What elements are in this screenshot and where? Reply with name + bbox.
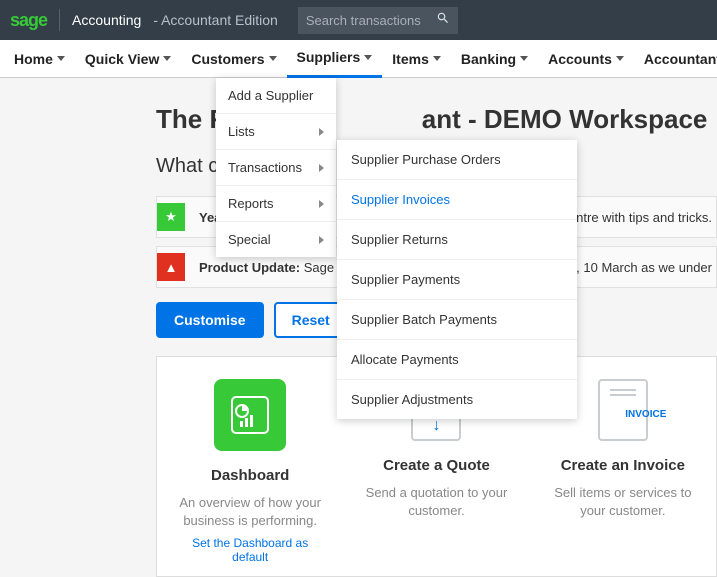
chevron-down-icon <box>163 56 171 61</box>
card-desc: An overview of how your business is perf… <box>177 494 323 530</box>
arrow-down-icon: ↓ <box>432 417 440 435</box>
search-icon[interactable] <box>436 11 450 30</box>
menu-banking[interactable]: Banking <box>451 40 538 78</box>
chevron-down-icon <box>269 56 277 61</box>
dropdown-transactions[interactable]: Transactions <box>216 150 336 186</box>
invoice-icon: INVOICE <box>598 379 648 441</box>
card-desc: Send a quotation to your customer. <box>363 484 509 520</box>
card-link[interactable]: Set the Dashboard as default <box>177 536 323 564</box>
product-edition: - Accountant Edition <box>153 12 278 28</box>
submenu-allocate-payments[interactable]: Allocate Payments <box>337 340 577 380</box>
chevron-down-icon <box>364 55 372 60</box>
divider <box>59 9 60 31</box>
chevron-down-icon <box>616 56 624 61</box>
menu-quickview[interactable]: Quick View <box>75 40 181 78</box>
menu-accounts[interactable]: Accounts <box>538 40 634 78</box>
card-dashboard[interactable]: Dashboard An overview of how your busine… <box>177 379 323 564</box>
warning-icon: ▲ <box>157 253 185 281</box>
logo: sage <box>10 10 47 31</box>
submenu-returns[interactable]: Supplier Returns <box>337 220 577 260</box>
submenu-adjustments[interactable]: Supplier Adjustments <box>337 380 577 419</box>
chevron-down-icon <box>520 56 528 61</box>
dashboard-icon <box>214 379 286 451</box>
card-desc: Sell items or services to your customer. <box>550 484 696 520</box>
search-input[interactable] <box>306 13 436 28</box>
menu-home[interactable]: Home <box>4 40 75 78</box>
chevron-right-icon <box>319 128 324 136</box>
dropdown-reports[interactable]: Reports <box>216 186 336 222</box>
product-name: Accounting <box>72 12 141 28</box>
chevron-down-icon <box>57 56 65 61</box>
card-title: Dashboard <box>177 467 323 484</box>
chevron-down-icon <box>433 56 441 61</box>
transactions-submenu: Supplier Purchase Orders Supplier Invoic… <box>337 140 577 419</box>
card-title: Create an Invoice <box>550 457 696 474</box>
menu-items[interactable]: Items <box>382 40 451 78</box>
search-box[interactable] <box>298 7 458 34</box>
dropdown-lists[interactable]: Lists <box>216 114 336 150</box>
star-icon: ★ <box>157 203 185 231</box>
submenu-batch-payments[interactable]: Supplier Batch Payments <box>337 300 577 340</box>
alert-bold: Product Update: <box>199 260 300 275</box>
menu-accountants-area[interactable]: Accountant's Area <box>634 40 717 78</box>
menu-suppliers[interactable]: Suppliers <box>287 40 383 78</box>
top-bar: sage Accounting - Accountant Edition <box>0 0 717 40</box>
submenu-invoices[interactable]: Supplier Invoices <box>337 180 577 220</box>
customise-button[interactable]: Customise <box>156 302 264 338</box>
menu-customers[interactable]: Customers <box>181 40 286 78</box>
dropdown-add-supplier[interactable]: Add a Supplier <box>216 78 336 114</box>
menu-bar: Home Quick View Customers Suppliers Item… <box>0 40 717 78</box>
chevron-right-icon <box>319 200 324 208</box>
dropdown-special[interactable]: Special <box>216 222 336 257</box>
card-title: Create a Quote <box>363 457 509 474</box>
submenu-purchase-orders[interactable]: Supplier Purchase Orders <box>337 140 577 180</box>
chevron-right-icon <box>319 236 324 244</box>
submenu-payments[interactable]: Supplier Payments <box>337 260 577 300</box>
chevron-right-icon <box>319 164 324 172</box>
suppliers-dropdown: Add a Supplier Lists Transactions Report… <box>216 78 336 257</box>
